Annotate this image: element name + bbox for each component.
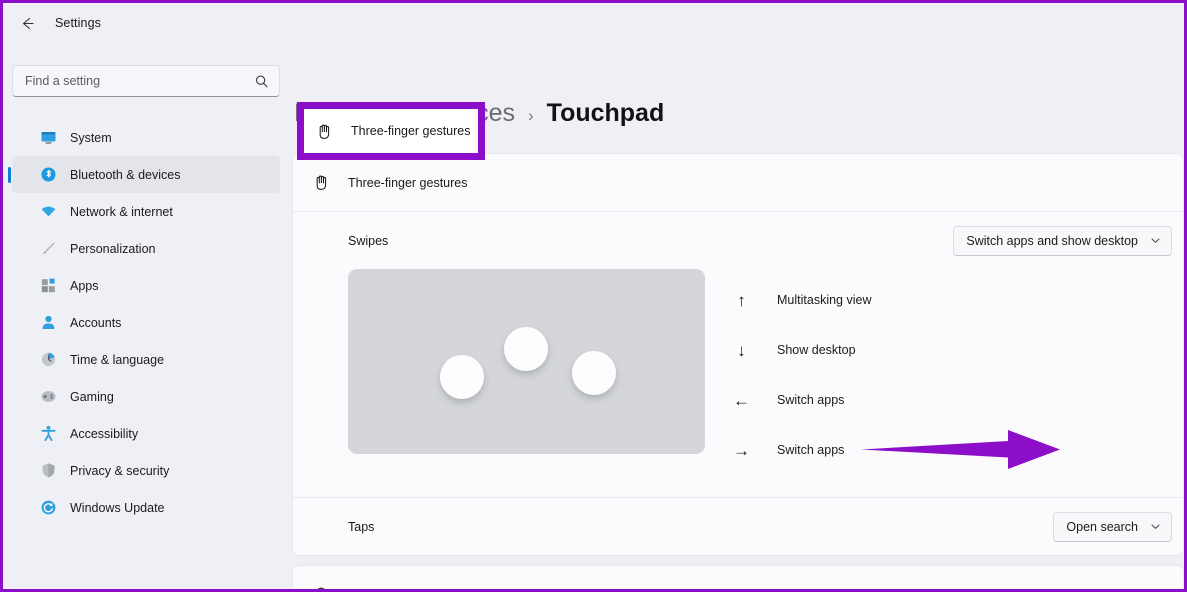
sidebar-item-label: Bluetooth & devices [70,167,181,182]
sidebar-item-privacy-security[interactable]: Privacy & security [12,452,280,489]
setting-label: Swipes [348,233,389,248]
three-finger-gestures-header[interactable]: Three-finger gestures [293,154,1183,211]
search-input[interactable] [25,74,254,88]
four-finger-gestures-header[interactable]: Four-finger gestures [293,566,1183,589]
sidebar-item-time-language[interactable]: Time & language [12,341,280,378]
clock-icon [40,351,57,368]
gesture-row: → Switch apps [733,425,1172,475]
update-icon [40,499,57,516]
sidebar-item-label: Time & language [70,352,165,367]
back-button[interactable] [11,7,43,39]
sidebar-item-label: Apps [70,278,99,293]
four-finger-gestures-card: Four-finger gestures Swipes Switch deskt… [292,565,1184,589]
wifi-icon [40,203,57,220]
brush-icon [40,240,57,257]
three-finger-hand-icon [310,172,332,194]
settings-window: Settings Find a setting System Bluetooth… [3,3,1184,589]
sidebar-item-label: Privacy & security [70,463,170,478]
gesture-label: Multitasking view [777,293,872,307]
annotation-highlight-box: Three-finger gestures [297,102,485,160]
finger-dot [440,355,484,399]
shield-icon [40,462,57,479]
monitor-icon [40,129,57,146]
sidebar-item-gaming[interactable]: Gaming [12,378,280,415]
bluetooth-icon [40,166,57,183]
apps-icon [40,277,57,294]
sidebar-item-system[interactable]: System [12,119,280,156]
arrow-right-icon: → [733,440,750,460]
three-finger-hand-icon [313,120,335,142]
chevron-down-icon [1150,235,1161,246]
four-finger-hand-icon [310,584,332,589]
gesture-label: Show desktop [777,343,856,357]
page-title: Touchpad [546,99,665,127]
sidebar-item-accessibility[interactable]: Accessibility [12,415,280,452]
sidebar-item-network-internet[interactable]: Network & internet [12,193,280,230]
gesture-row: ↑ Multitasking view [733,275,1172,325]
gamepad-icon [40,388,57,405]
dropdown-value: Switch apps and show desktop [966,233,1138,248]
gesture-row: ↓ Show desktop [733,325,1172,375]
finger-dot [572,351,616,395]
sidebar-item-accounts[interactable]: Accounts [12,304,280,341]
sidebar-nav: System Bluetooth & devices Network & int… [3,119,292,526]
sidebar-item-label: Windows Update [70,500,165,515]
title-bar: Settings [3,3,1184,43]
sidebar-item-label: Accounts [70,315,122,330]
gesture-label: Switch apps [777,443,845,457]
dropdown-value: Open search [1066,519,1138,534]
sidebar-item-windows-update[interactable]: Windows Update [12,489,280,526]
section-title: Four-finger gestures [348,588,461,590]
search-icon [254,74,269,89]
sidebar-item-apps[interactable]: Apps [12,267,280,304]
sidebar-item-label: Gaming [70,389,114,404]
sidebar-item-label: Network & internet [70,204,173,219]
three-finger-taps-row: Taps Open search [293,498,1183,555]
sidebar-item-label: System [70,130,112,145]
sidebar-item-label: Accessibility [70,426,139,441]
section-title: Three-finger gestures [348,175,468,190]
finger-dot [504,327,548,371]
person-icon [40,314,57,331]
gesture-list: ↑ Multitasking view ↓ Show desktop ← Swi… [733,269,1172,475]
gesture-row: ← Switch apps [733,375,1172,425]
sidebar-item-label: Personalization [70,241,156,256]
section-title: Three-finger gestures [351,124,471,138]
three-finger-swipe-illustration: ↑ Multitasking view ↓ Show desktop ← Swi… [293,269,1183,497]
arrow-left-icon: ← [733,390,750,410]
accessibility-icon [40,425,57,442]
window-body: System Bluetooth & devices [3,43,1184,589]
three-finger-gestures-card: Three-finger gestures Swipes Switch apps… [292,153,1184,556]
sidebar-item-personalization[interactable]: Personalization [12,230,280,267]
three-finger-taps-dropdown[interactable]: Open search [1053,511,1172,542]
app-title: Settings [55,16,101,30]
arrow-up-icon: ↑ [737,290,746,310]
touchpad-graphic [348,269,705,454]
three-finger-swipes-dropdown[interactable]: Switch apps and show desktop [953,225,1172,256]
search-box[interactable] [12,65,280,97]
chevron-down-icon [1150,521,1161,532]
chevron-right-icon: › [527,106,534,125]
sidebar: System Bluetooth & devices [3,43,292,589]
sidebar-item-bluetooth-devices[interactable]: Bluetooth & devices [12,156,280,193]
gesture-label: Switch apps [777,393,845,407]
arrow-down-icon: ↓ [737,340,746,360]
back-arrow-icon [19,15,36,32]
three-finger-swipes-row: Swipes Switch apps and show desktop [293,212,1183,269]
setting-label: Taps [348,519,375,534]
